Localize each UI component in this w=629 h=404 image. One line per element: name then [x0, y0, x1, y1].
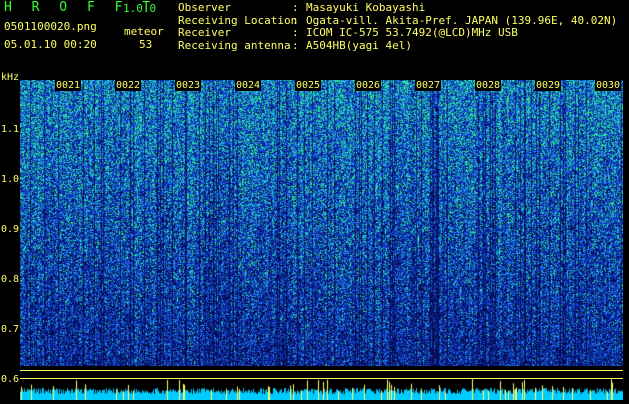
frequency-tick-label: 1.0 [1, 174, 20, 185]
axis-unit-label: kHz [1, 72, 20, 83]
info-separator: : [292, 1, 299, 14]
info-value: Masayuki Kobayashi [306, 1, 426, 14]
frequency-tick-label: 0.6 [1, 374, 20, 385]
info-separator: : [292, 38, 299, 52]
station-info: Observer: Masayuki Kobayashi Receiving Lo… [178, 1, 618, 53]
info-value: A504HB(yagi 4el) [306, 38, 412, 52]
antenna-row: Receiving antenna: A504HB(yagi 4el) [178, 38, 617, 53]
app-version: 1.0.0 [123, 2, 157, 15]
signal-baseline [20, 366, 623, 400]
frequency-tick-label: 0.8 [1, 274, 20, 285]
mode-label: meteor [124, 25, 164, 38]
divider-line [20, 370, 623, 371]
info-value: Ogata-vill. Akita-Pref. JAPAN (139.96E, … [306, 13, 618, 27]
info-label: Receiver [178, 26, 231, 40]
info-value: ICOM IC-575 53.7492(@LCD)MHz USB [306, 26, 518, 40]
info-separator: : [292, 26, 299, 40]
time-label: 0022 [115, 80, 142, 91]
time-label: 0029 [535, 80, 562, 91]
time-label: 0026 [355, 80, 382, 91]
divider-line [20, 378, 623, 379]
time-label: 0027 [415, 80, 442, 91]
frequency-tick-label: 1.1 [1, 124, 20, 135]
time-label: 0024 [235, 80, 262, 91]
spectrogram-canvas [20, 80, 623, 366]
time-label: 0023 [175, 80, 202, 91]
time-label: 0021 [55, 80, 82, 91]
time-label: 0030 [595, 80, 622, 91]
meteor-count: 53 [139, 38, 153, 51]
spectrogram [20, 80, 623, 366]
file-name: 0501100020.png [4, 20, 97, 33]
baseline-canvas [20, 366, 623, 400]
datetime: 05.01.10 00:20 [4, 38, 97, 51]
frequency-tick-label: 0.9 [1, 224, 20, 235]
info-label: Observer [178, 1, 231, 14]
info-label: Receiving antenna [178, 38, 291, 52]
frequency-tick-label: 0.7 [1, 324, 20, 335]
time-label: 0028 [475, 80, 502, 91]
time-label: 0025 [295, 80, 322, 91]
